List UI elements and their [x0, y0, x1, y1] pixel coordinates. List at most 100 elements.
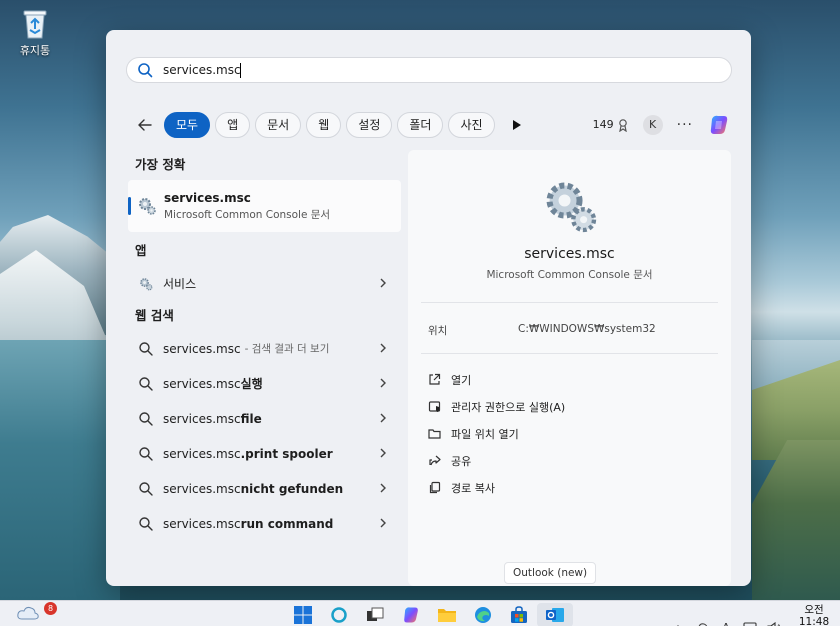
action-label: 경로 복사	[451, 481, 495, 495]
network-icon	[743, 622, 757, 626]
filter-folders[interactable]: 폴더	[397, 111, 444, 138]
folder-icon	[428, 429, 441, 439]
action-label: 관리자 권한으로 실행(A)	[451, 400, 566, 414]
recycle-bin-shortcut[interactable]: 휴지통	[10, 6, 60, 62]
open-external-icon	[429, 373, 441, 385]
apps-heading: 앱	[135, 243, 147, 258]
volume-button[interactable]	[762, 618, 786, 626]
task-view-button[interactable]	[357, 603, 393, 626]
services-gear-icon	[139, 198, 156, 215]
folder-icon	[438, 609, 456, 622]
web-result-item[interactable]: services.msc 실행	[128, 366, 401, 401]
taskbar-clock[interactable]: 오전 11:48 2025-03-05	[786, 604, 840, 626]
preview-subtitle: Microsoft Common Console 문서	[486, 269, 653, 281]
microsoft-store-button[interactable]	[501, 603, 537, 626]
preview-pane: services.msc Microsoft Common Console 문서…	[408, 150, 731, 586]
preview-actions: 열기 관리자 권한으로 실행(A) 파일 위치 열기 공유 경로 복사	[428, 366, 565, 501]
back-button[interactable]	[132, 112, 158, 138]
action-label: 공유	[451, 454, 472, 468]
best-match-item[interactable]: services.msc Microsoft Common Console 문서	[128, 180, 401, 232]
share-icon	[429, 455, 441, 466]
clock-time: 오전 11:48	[798, 604, 830, 626]
search-ring-icon	[331, 607, 347, 623]
edge-browser-button[interactable]	[465, 603, 501, 626]
web-result-item[interactable]: services.msc run command	[128, 506, 401, 541]
notification-badge: 8	[44, 602, 57, 615]
outlook-button[interactable]	[537, 603, 573, 626]
speaker-icon	[767, 622, 780, 626]
recycle-bin-label: 휴지통	[19, 44, 51, 57]
action-label: 열기	[451, 373, 472, 387]
system-tray: A 오전 11:48 2025-03-05	[666, 604, 840, 626]
web-result-bold: .print spooler	[240, 446, 333, 461]
play-icon	[512, 119, 521, 130]
file-explorer-button[interactable]	[429, 603, 465, 626]
filter-settings[interactable]: 설정	[346, 111, 393, 138]
chevron-right-icon	[380, 483, 386, 493]
taskbar: 8 오전 11:48	[0, 600, 840, 626]
action-copy-path[interactable]: 경로 복사	[428, 474, 565, 501]
web-result-item[interactable]: services.msc nicht gefunden	[128, 471, 401, 506]
web-result-text: services.msc	[163, 376, 241, 391]
account-avatar[interactable]: K	[642, 114, 663, 135]
web-result-item[interactable]: services.msc file	[128, 401, 401, 436]
web-result-text: services.msc	[163, 446, 241, 461]
hidden-icons-button[interactable]	[666, 618, 690, 626]
app-result-services[interactable]: 서비스	[128, 266, 401, 301]
more-filters-button[interactable]	[504, 112, 530, 138]
action-label: 파일 위치 열기	[451, 427, 519, 441]
location-value: C:₩WINDOWS₩system32	[518, 323, 656, 335]
input-indicator[interactable]: A	[714, 618, 738, 626]
search-icon	[138, 63, 153, 78]
search-icon	[139, 516, 153, 531]
copilot-icon	[404, 607, 418, 623]
web-result-text: services.msc	[163, 341, 241, 356]
windows-logo-icon	[294, 606, 312, 624]
chevron-right-icon	[380, 448, 386, 458]
filter-web[interactable]: 웹	[306, 111, 342, 138]
web-result-item[interactable]: services.msc .print spooler	[128, 436, 401, 471]
filter-photos[interactable]: 사진	[448, 111, 495, 138]
copilot-taskbar-button[interactable]	[393, 603, 429, 626]
more-options-button[interactable]: ···	[677, 117, 693, 133]
rewards-points[interactable]: 149	[593, 118, 629, 132]
web-result-item[interactable]: services.msc - 검색 결과 더 보기	[128, 331, 401, 366]
filter-all[interactable]: 모두	[164, 111, 211, 138]
cloud-icon	[17, 606, 39, 620]
copilot-icon[interactable]	[707, 113, 731, 137]
background-grass	[752, 440, 840, 600]
weather-widget[interactable]: 8	[16, 602, 57, 626]
best-match-name: services.msc	[164, 190, 251, 205]
shield-admin-icon	[428, 401, 441, 412]
search-input[interactable]: services.msc	[163, 63, 241, 77]
onedrive-tray-button[interactable]	[690, 618, 714, 626]
cloud-sync-icon	[698, 623, 708, 626]
taskbar-search-button[interactable]	[321, 603, 357, 626]
notification-tray-button[interactable]	[738, 618, 762, 626]
web-result-bold: nicht gefunden	[240, 481, 344, 496]
location-label: 위치	[428, 325, 448, 337]
search-panel: services.msc 모두 앱 문서 웹 설정 폴더 사진 149 K ··…	[106, 30, 751, 586]
action-share[interactable]: 공유	[428, 447, 565, 474]
task-view-icon	[367, 607, 384, 621]
filter-apps[interactable]: 앱	[215, 111, 251, 138]
web-result-hint: - 검색 결과 더 보기	[244, 343, 330, 355]
start-button[interactable]	[285, 603, 321, 626]
arrow-left-icon	[138, 118, 152, 131]
action-open[interactable]: 열기	[428, 366, 565, 393]
filter-documents[interactable]: 문서	[255, 111, 302, 138]
outlook-tooltip: Outlook (new)	[504, 562, 597, 584]
text-caret	[239, 62, 241, 78]
services-gear-icon	[140, 277, 153, 290]
action-open-file-location[interactable]: 파일 위치 열기	[428, 420, 565, 447]
chevron-right-icon	[380, 278, 386, 288]
web-search-heading: 웹 검색	[135, 308, 174, 323]
preview-location: 위치 C:₩WINDOWS₩system32	[428, 323, 708, 338]
best-match-heading: 가장 정확	[135, 157, 186, 172]
action-run-as-admin[interactable]: 관리자 권한으로 실행(A)	[428, 393, 565, 420]
preview-divider	[421, 302, 718, 303]
search-box[interactable]: services.msc	[126, 57, 732, 83]
background-lake	[0, 340, 120, 600]
app-result-label: 서비스	[163, 277, 197, 291]
edge-icon	[475, 607, 491, 623]
